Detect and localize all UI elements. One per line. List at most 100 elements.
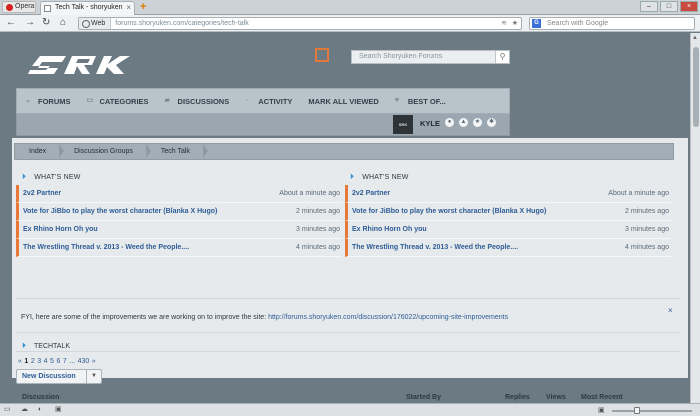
reload-icon[interactable]: ↻ — [42, 17, 50, 29]
column-discussion[interactable]: Discussion — [22, 394, 59, 401]
page-link[interactable]: 4 — [44, 358, 48, 365]
item-title[interactable]: 2v2 Partner — [352, 190, 390, 197]
nav-discussions[interactable]: ▰ DISCUSSIONS — [165, 97, 230, 106]
page-next[interactable]: » — [92, 358, 96, 365]
search-icon[interactable]: ⚲ — [495, 51, 509, 63]
item-title[interactable]: Ex Rhino Horn Oh you — [23, 226, 98, 233]
username[interactable]: KYLE — [420, 119, 440, 128]
close-icon[interactable]: × — [668, 306, 673, 315]
zoom-slider-knob[interactable] — [634, 407, 640, 414]
column-most-recent[interactable]: Most Recent — [581, 394, 623, 401]
opera-menu-button[interactable]: Opera — [2, 1, 36, 13]
list-item[interactable]: Ex Rhino Horn Oh you 3 minutes ago — [345, 221, 671, 239]
close-window-button[interactable]: × — [680, 1, 698, 12]
srk-logo[interactable] — [24, 48, 132, 84]
nav-forums[interactable]: ⌄ FORUMS — [25, 97, 71, 106]
page-current[interactable]: 1 — [24, 358, 28, 365]
chevron-down-icon[interactable]: ▼ — [86, 370, 101, 383]
section-arrow-icon: ⏵ — [22, 172, 27, 181]
nav-forums-label: FORUMS — [38, 96, 71, 106]
page-link[interactable]: 3 — [37, 358, 41, 365]
techtalk-heading: ⏵ TECHTALK — [22, 341, 70, 351]
site-search-input[interactable]: Search Shoryuken Forums ⚲ — [351, 50, 510, 64]
list-item[interactable]: Vote for JiBbo to play the worst charact… — [345, 203, 671, 221]
google-icon: G — [532, 19, 541, 28]
item-title[interactable]: The Wrestling Thread v. 2013 - Weed the … — [352, 244, 518, 251]
page-scrollbar[interactable]: ▲ — [690, 33, 700, 403]
item-time: 3 minutes ago — [625, 226, 669, 233]
rss-icon[interactable]: ≋ — [501, 18, 507, 29]
favicon-icon — [44, 5, 51, 12]
panel-toggle-icon[interactable]: ▭ — [4, 406, 13, 414]
scrollbar-thumb[interactable] — [693, 47, 699, 127]
page-link[interactable]: 5 — [50, 358, 54, 365]
scroll-up-icon[interactable]: ▲ — [692, 35, 698, 41]
new-discussion-button[interactable]: New Discussion ▼ — [16, 369, 102, 384]
globe-icon[interactable]: ● — [445, 118, 454, 127]
announcement-link[interactable]: http://forums.shoryuken.com/discussion/1… — [268, 314, 508, 321]
forward-icon[interactable]: → — [25, 17, 35, 29]
nav-categories[interactable]: ▭ CATEGORIES — [87, 97, 149, 106]
column-replies[interactable]: Replies — [505, 394, 530, 401]
browser-tab[interactable]: Tech Talk - shoryuken × — [40, 1, 135, 15]
list-item[interactable]: 2v2 Partner About a minute ago — [345, 185, 671, 203]
item-title[interactable]: 2v2 Partner — [23, 190, 61, 197]
item-time: 2 minutes ago — [625, 208, 669, 215]
divider — [16, 332, 680, 333]
maximize-button[interactable]: □ — [660, 1, 678, 12]
section-arrow-icon: ⏵ — [350, 172, 355, 181]
back-icon[interactable]: ← — [6, 17, 16, 29]
item-title[interactable]: The Wrestling Thread v. 2013 - Weed the … — [23, 244, 189, 251]
home-icon[interactable]: ⌂ — [60, 17, 66, 29]
avatar[interactable]: SRK — [393, 115, 413, 134]
inbox-icon[interactable]: ▲ — [459, 118, 468, 127]
list-item[interactable]: Ex Rhino Horn Oh you 3 minutes ago — [16, 221, 342, 239]
close-tab-icon[interactable]: × — [126, 2, 131, 14]
page-link[interactable]: 2 — [31, 358, 35, 365]
item-title[interactable]: Vote for JiBbo to play the worst charact… — [352, 208, 546, 215]
turbo-icon[interactable]: ◐ — [38, 406, 47, 414]
zoom-icon[interactable]: ▣ — [598, 406, 605, 414]
column-started-by[interactable]: Started By — [406, 394, 441, 401]
list-item[interactable]: The Wrestling Thread v. 2013 - Weed the … — [16, 239, 342, 257]
zoom-slider[interactable] — [612, 410, 692, 412]
notification-square-icon[interactable] — [315, 48, 329, 62]
heart-icon: ♥ — [394, 97, 399, 104]
breadcrumb-discussion-groups[interactable]: Discussion Groups — [60, 144, 151, 159]
cloud-icon[interactable]: ☁ — [21, 406, 30, 414]
browser-search-field[interactable]: G Search with Google — [529, 17, 695, 30]
page-link[interactable]: 430 — [78, 358, 90, 365]
content-panel: Index Discussion Groups Tech Talk ⏵ WHAT… — [12, 138, 688, 401]
page-link[interactable]: 6 — [56, 358, 60, 365]
settings-gear-icon[interactable]: ✱ — [487, 118, 496, 127]
item-title[interactable]: Ex Rhino Horn Oh you — [352, 226, 427, 233]
list-item[interactable]: 2v2 Partner About a minute ago — [16, 185, 342, 203]
page-prev[interactable]: « — [18, 358, 22, 365]
address-bar[interactable]: Web forums.shoryuken.com/categories/tech-… — [78, 17, 522, 30]
address-url[interactable]: forums.shoryuken.com/categories/tech-tal… — [111, 20, 248, 27]
breadcrumb-index[interactable]: Index — [15, 144, 65, 159]
chevron-down-icon: ⌄ — [25, 97, 31, 104]
nav-mark-all-viewed[interactable]: MARK ALL VIEWED — [308, 97, 378, 106]
techtalk-label: TECHTALK — [34, 342, 71, 350]
minimize-button[interactable]: – — [640, 1, 658, 12]
activity-icon: ◦ — [245, 97, 248, 104]
list-item[interactable]: The Wrestling Thread v. 2013 - Weed the … — [345, 239, 671, 257]
new-tab-button[interactable]: + — [140, 0, 146, 14]
breadcrumb-tech-talk[interactable]: Tech Talk — [147, 144, 209, 159]
bookmark-star-icon[interactable]: ★ — [512, 18, 518, 29]
categories-icon: ▭ — [86, 97, 94, 104]
nav-activity[interactable]: ◦ ACTIVITY — [245, 97, 292, 106]
item-title[interactable]: Vote for JiBbo to play the worst charact… — [23, 208, 217, 215]
image-icon[interactable]: ▣ — [55, 406, 64, 414]
bookmark-icon[interactable]: ★ — [473, 118, 482, 127]
nav-best-of[interactable]: ♥ BEST OF... — [395, 97, 446, 106]
list-item[interactable]: Vote for JiBbo to play the worst charact… — [16, 203, 342, 221]
column-views[interactable]: Views — [546, 394, 566, 401]
main-nav: ⌄ FORUMS ▭ CATEGORIES ▰ DISCUSSIONS ◦ ACTIVI… — [16, 88, 510, 114]
address-badge[interactable]: Web — [79, 18, 112, 29]
page-link[interactable]: 7 — [63, 358, 67, 365]
divider — [16, 298, 680, 299]
item-time: About a minute ago — [279, 190, 340, 197]
opera-logo-icon — [6, 4, 13, 11]
